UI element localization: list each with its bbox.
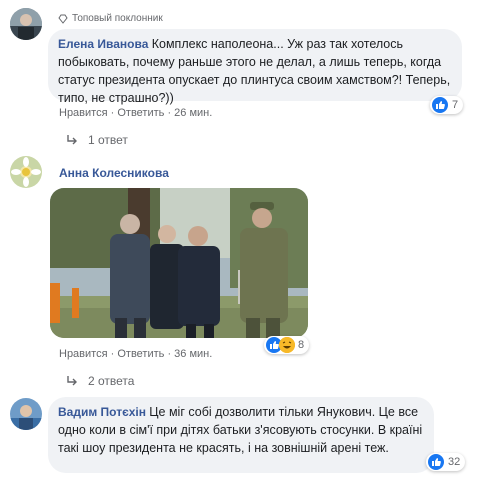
top-fan-badge: Топовый поклонник [58, 13, 163, 24]
reaction-count: 32 [448, 456, 461, 468]
reaction-summary[interactable]: 8 [264, 336, 310, 354]
reaction-summary[interactable]: 32 [426, 453, 466, 471]
comment-author[interactable]: Елена Иванова [58, 37, 152, 51]
comment-bubble: Вадим Потєхін Це міг собі дозволити тіль… [48, 397, 434, 473]
timestamp[interactable]: 26 мин. [174, 107, 212, 119]
avatar[interactable] [10, 398, 42, 430]
haha-icon [279, 337, 295, 353]
comment-photo[interactable] [50, 188, 308, 338]
comment-actions: Нравится · Ответить · 36 мин. [59, 348, 213, 360]
like-link[interactable]: Нравится [59, 107, 108, 119]
diamond-icon [58, 14, 68, 24]
comment-author[interactable]: Анна Колесникова [59, 166, 169, 180]
like-link[interactable]: Нравится [59, 348, 108, 360]
avatar[interactable] [10, 8, 42, 40]
comment-author[interactable]: Вадим Потєхін [58, 405, 149, 419]
reaction-count: 8 [298, 339, 305, 351]
view-replies-link[interactable]: 2 ответа [66, 374, 134, 388]
comment-bubble: Елена Иванова Комплекс наполеона... Уж р… [48, 29, 462, 105]
like-icon [428, 454, 444, 470]
reaction-count: 7 [452, 99, 459, 111]
like-icon [432, 97, 448, 113]
reply-link[interactable]: Ответить [117, 348, 164, 360]
replies-count: 1 ответ [88, 133, 128, 147]
view-replies-link[interactable]: 1 ответ [66, 133, 128, 147]
reaction-summary[interactable]: 7 [430, 96, 464, 114]
avatar[interactable] [10, 156, 42, 188]
timestamp[interactable]: 36 мин. [174, 348, 212, 360]
replies-count: 2 ответа [88, 374, 135, 388]
reply-arrow-icon [66, 375, 78, 387]
reply-arrow-icon [66, 134, 78, 146]
reply-link[interactable]: Ответить [117, 107, 164, 119]
badge-label: Топовый поклонник [72, 13, 163, 24]
comment-actions: Нравится · Ответить · 26 мин. [59, 107, 213, 119]
